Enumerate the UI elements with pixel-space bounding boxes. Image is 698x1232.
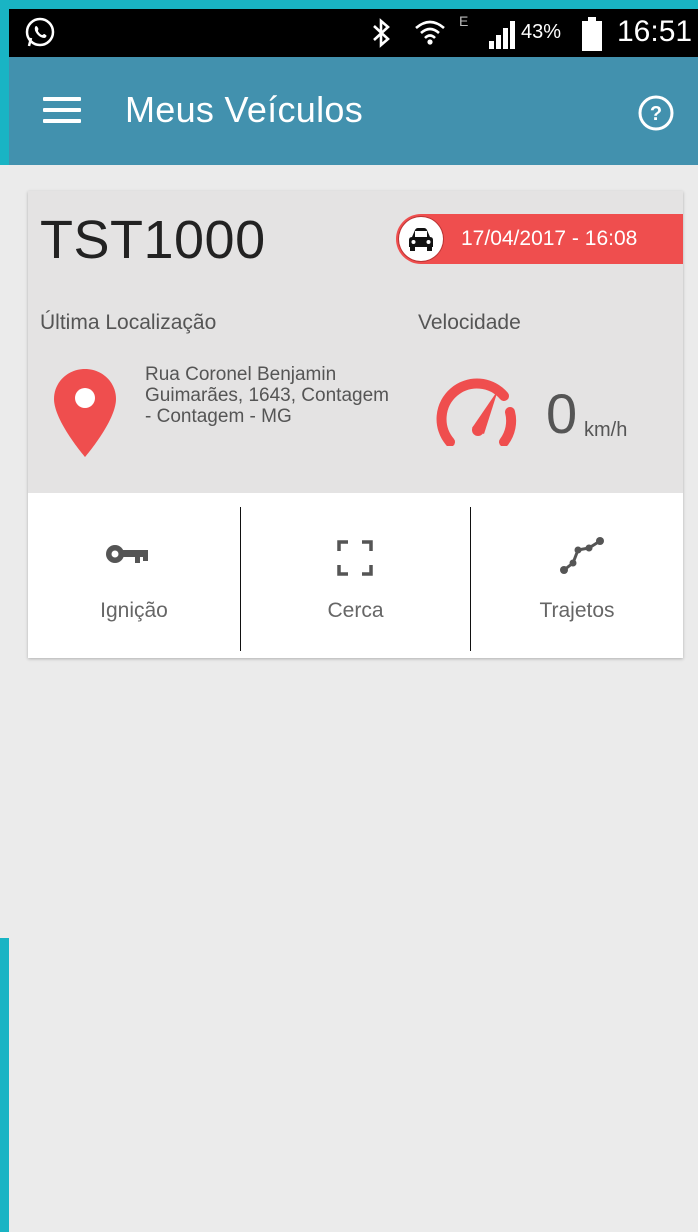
vehicle-info: TST1000 17/04/2017 - 16:08 Última Locali… <box>28 191 683 493</box>
route-icon <box>560 537 604 574</box>
fence-label: Cerca <box>327 599 384 622</box>
location-label: Última Localização <box>40 311 217 334</box>
page-title: Meus Veículos <box>125 89 364 130</box>
battery-icon <box>582 17 602 51</box>
routes-label: Trajetos <box>539 599 615 622</box>
vehicle-plate: TST1000 <box>40 210 266 270</box>
car-icon <box>399 217 443 261</box>
bluetooth-icon <box>373 18 390 48</box>
ignition-button[interactable]: Ignição <box>28 493 240 658</box>
ignition-label: Ignição <box>100 599 168 622</box>
fence-button[interactable]: Cerca <box>241 493 470 658</box>
frame-edge-top <box>0 0 698 9</box>
menu-icon[interactable] <box>43 97 81 127</box>
network-type-label: E <box>459 13 469 29</box>
battery-percent: 43% <box>521 21 562 43</box>
speed-label: Velocidade <box>418 311 521 334</box>
vehicle-card[interactable]: TST1000 17/04/2017 - 16:08 Última Locali… <box>28 191 683 658</box>
frame-edge-left <box>0 0 9 165</box>
vehicle-address: Rua Coronel Benjamin Guimarães, 1643, Co… <box>145 364 389 427</box>
whatsapp-icon <box>25 17 55 47</box>
speedometer-icon <box>436 378 517 446</box>
frame-edge-left-lower <box>0 938 9 1232</box>
last-update-badge: 17/04/2017 - 16:08 <box>396 214 683 264</box>
routes-button[interactable]: Trajetos <box>471 493 683 658</box>
help-icon[interactable]: ? <box>637 94 675 132</box>
clock: 16:51 <box>617 15 693 48</box>
speed-value: 0 <box>546 382 578 445</box>
signal-icon <box>489 21 515 49</box>
speed-unit: km/h <box>584 419 628 441</box>
location-pin-icon <box>54 369 116 457</box>
last-update-time: 17/04/2017 - 16:08 <box>461 227 638 250</box>
vehicle-actions: Ignição Cerca Trajetos <box>28 493 683 658</box>
fence-icon <box>337 540 373 576</box>
wifi-icon <box>415 20 445 45</box>
app-bar: Meus Veículos ? <box>9 57 698 165</box>
key-icon <box>106 545 148 563</box>
svg-text:?: ? <box>650 103 662 125</box>
status-bar: E 43% 16:51 <box>9 9 698 57</box>
